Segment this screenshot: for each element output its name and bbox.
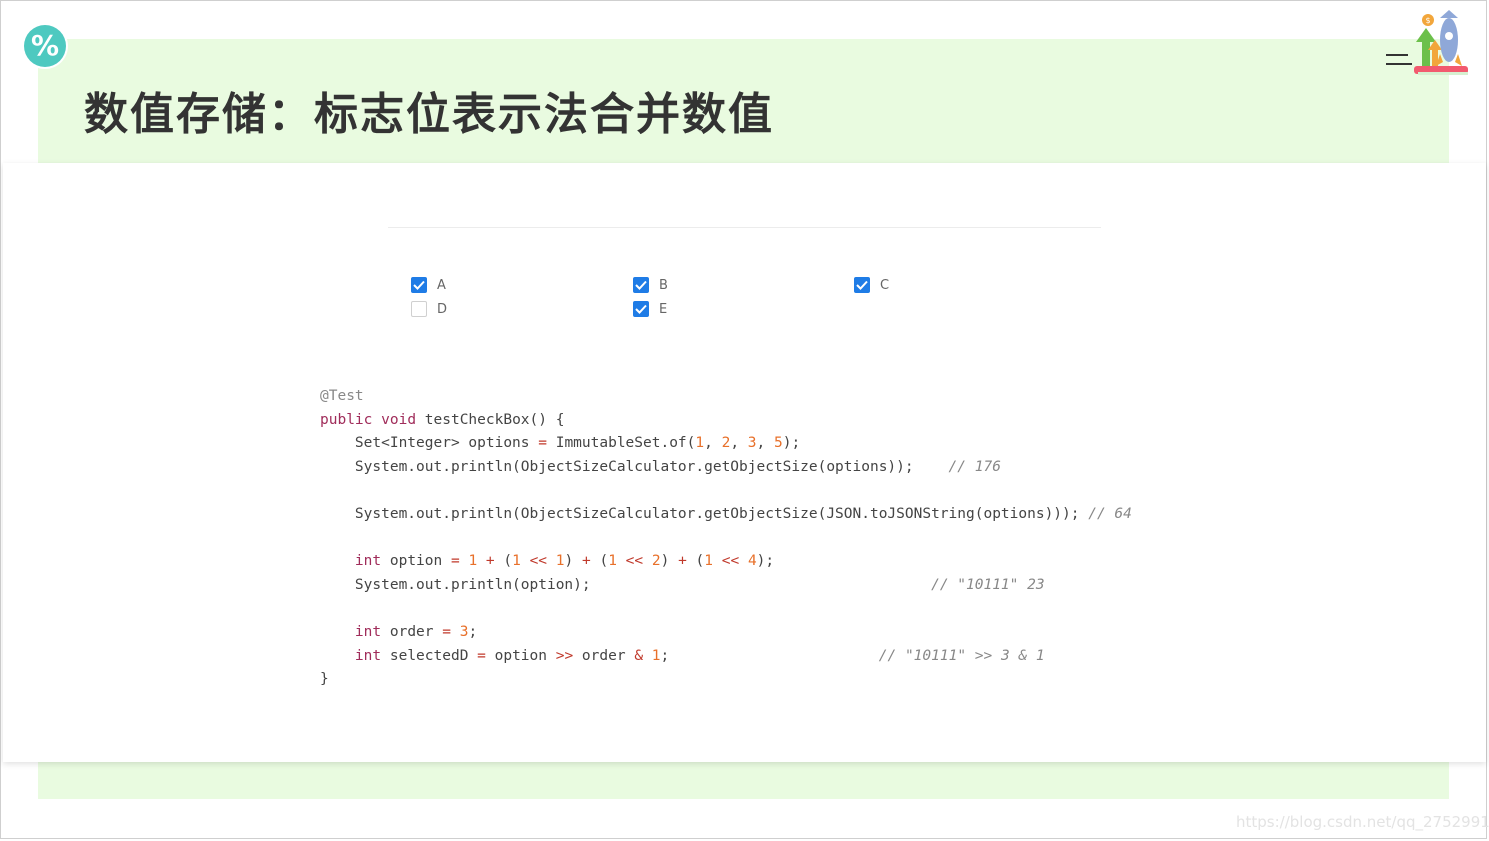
rocket-icon: $	[1414, 10, 1468, 75]
checkbox-e[interactable]: E	[633, 301, 667, 317]
checkbox-a[interactable]: A	[411, 277, 446, 293]
percent-badge-icon: %	[24, 25, 66, 67]
checkbox-label: E	[659, 301, 668, 317]
code-line: System.out.println(ObjectSizeCalculator.…	[354, 505, 1132, 522]
code-line: int selectedD = option >> order & 1; // …	[354, 647, 1045, 664]
code-line: System.out.println(ObjectSizeCalculator.…	[354, 458, 1001, 475]
code-line: }	[320, 671, 329, 688]
watermark: https://blog.csdn.net/qq_27529917	[1236, 813, 1489, 831]
footer-band	[38, 760, 1449, 799]
checkbox-c[interactable]: C	[854, 277, 889, 293]
check-icon	[635, 304, 647, 314]
checkbox-label: A	[437, 277, 446, 293]
checkbox-box[interactable]	[411, 277, 427, 293]
check-icon	[413, 280, 425, 290]
code-block: @Test public void testCheckBox() { Set<I…	[320, 385, 1132, 692]
code-line: int order = 3;	[354, 623, 478, 640]
divider	[388, 227, 1101, 228]
code-line: System.out.println(option); // "10111" 2…	[354, 576, 1045, 593]
menu-icon[interactable]	[1386, 54, 1412, 68]
checkbox-label: B	[659, 277, 668, 293]
checkbox-d[interactable]: D	[411, 301, 447, 317]
code-line: int option = 1 + (1 << 1) + (1 << 2) + (…	[354, 553, 775, 570]
code-line: public void testCheckBox() {	[320, 411, 565, 428]
check-icon	[635, 280, 647, 290]
check-icon	[856, 280, 868, 290]
code-line: Set<Integer> options = ImmutableSet.of(1…	[354, 435, 801, 452]
checkbox-box[interactable]	[854, 277, 870, 293]
svg-text:$: $	[1425, 16, 1430, 25]
checkbox-box[interactable]	[633, 301, 649, 317]
checkbox-box[interactable]	[633, 277, 649, 293]
checkbox-b[interactable]: B	[633, 277, 668, 293]
checkbox-label: D	[437, 301, 448, 317]
page-title: 数值存储：标志位表示法合并数值	[84, 89, 774, 140]
checkbox-box[interactable]	[411, 301, 427, 317]
checkbox-label: C	[880, 277, 890, 293]
code-line: @Test	[320, 388, 364, 404]
